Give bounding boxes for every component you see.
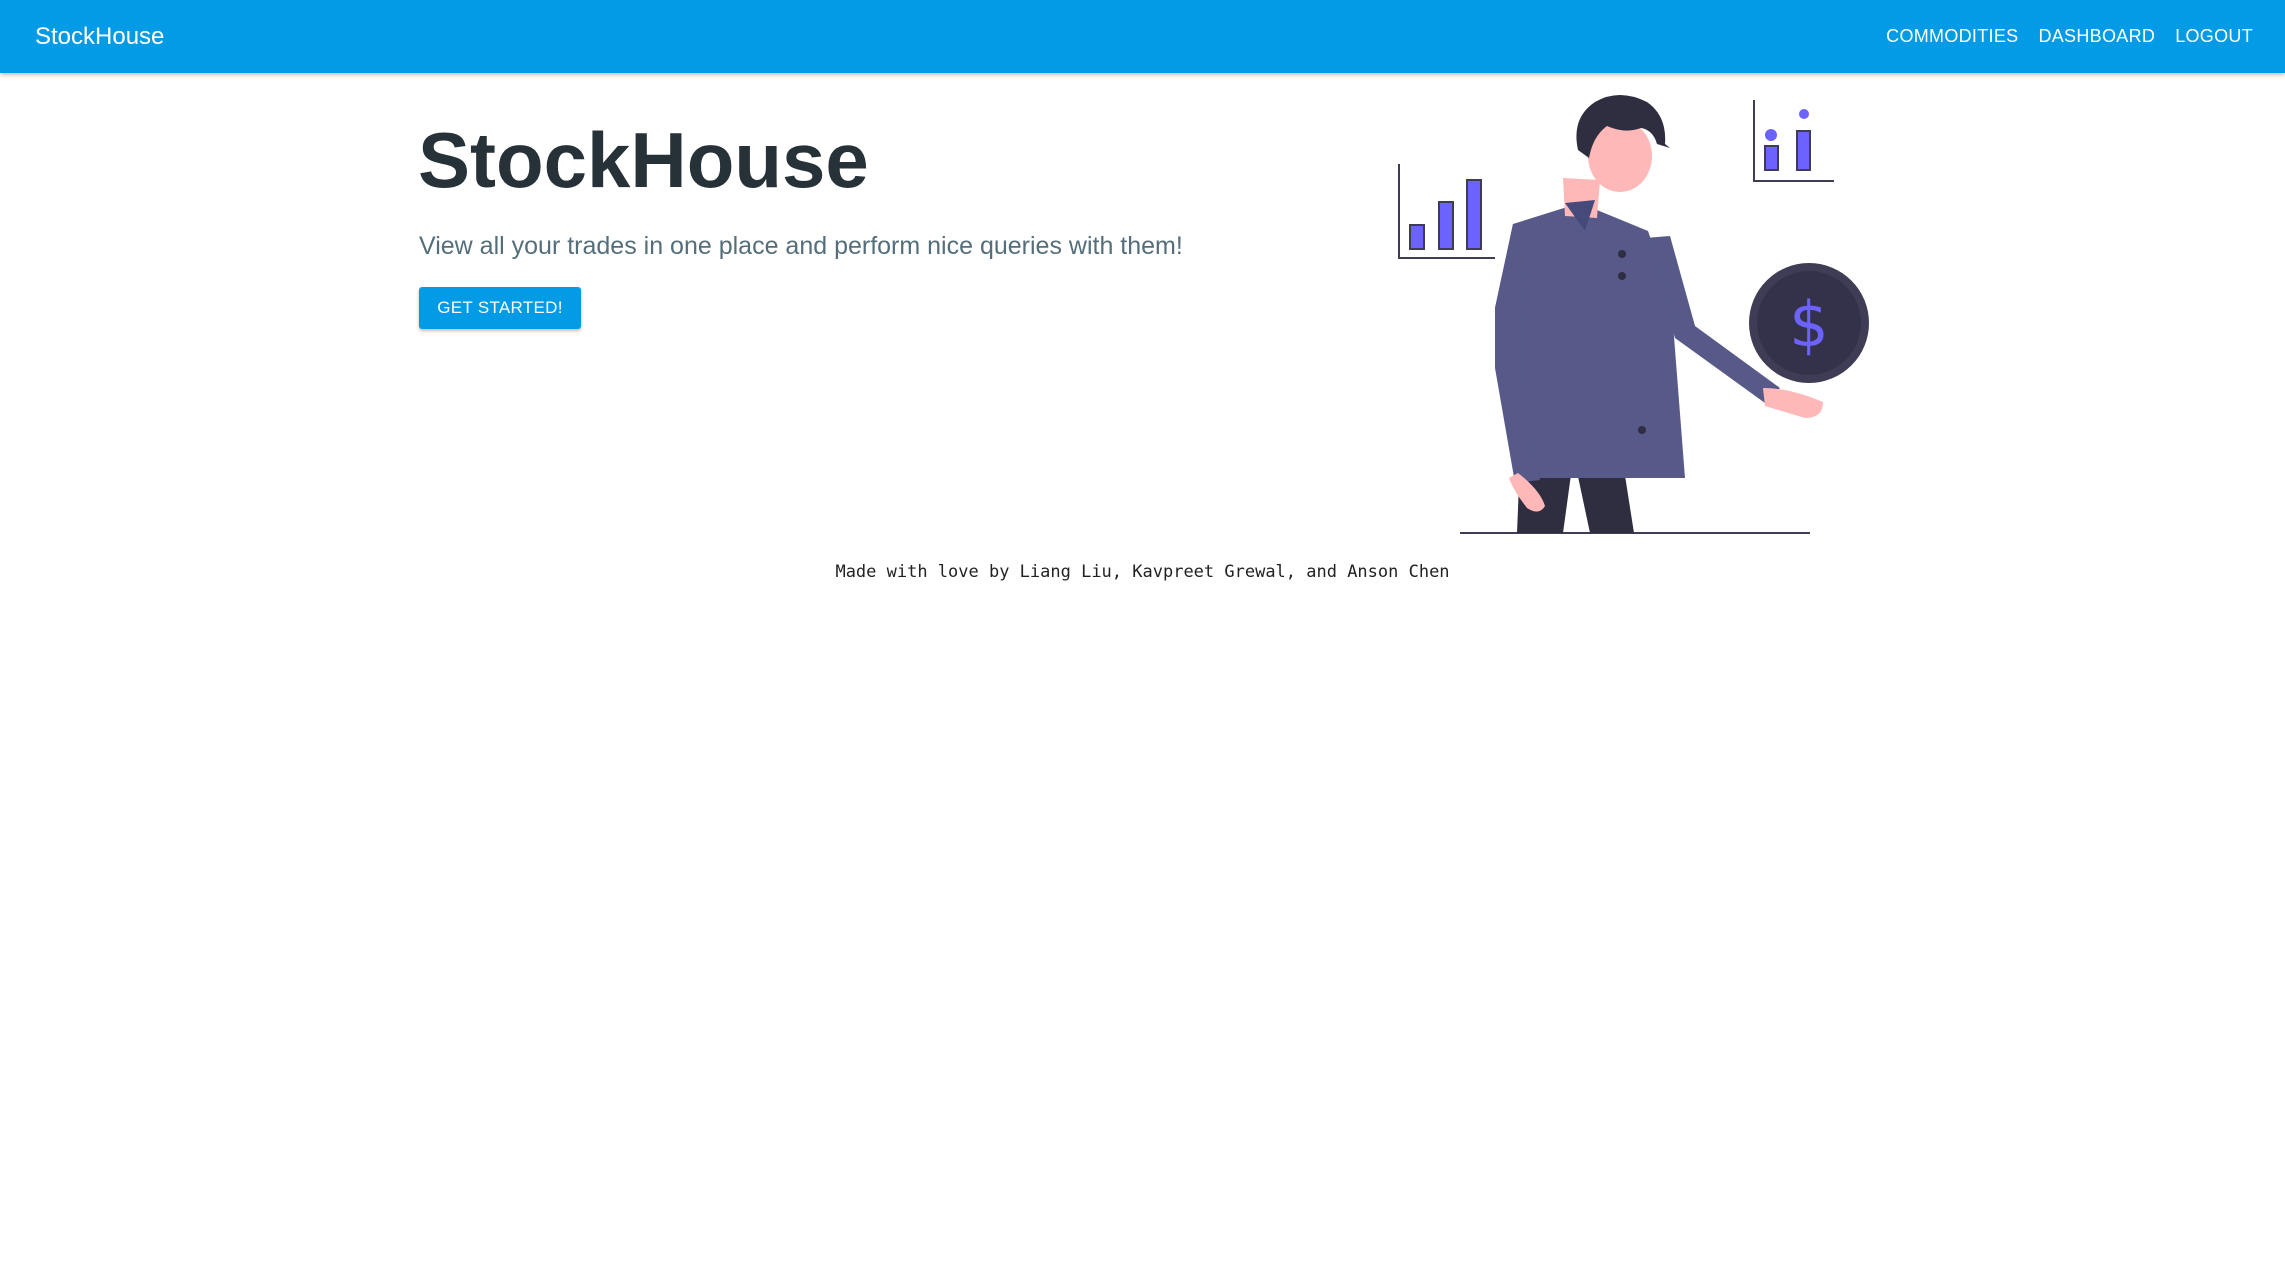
hero-title: StockHouse — [418, 116, 869, 204]
nav-logout-link[interactable]: LOGOUT — [2175, 26, 2253, 47]
footer-credits: Made with love by Liang Liu, Kavpreet Gr… — [835, 562, 1450, 582]
nav-menu: COMMODITIES DASHBOARD LOGOUT — [1886, 26, 2253, 47]
nav-commodities-link[interactable]: COMMODITIES — [1886, 26, 2018, 47]
brand-logo-link[interactable]: StockHouse — [35, 23, 164, 51]
investor-illustration: $ — [1398, 95, 1869, 534]
app-bar: StockHouse COMMODITIES DASHBOARD LOGOUT — [0, 0, 2285, 73]
bar-chart-icon-right — [1753, 100, 1834, 182]
bar-chart-icon-left — [1398, 164, 1495, 259]
nav-dashboard-link[interactable]: DASHBOARD — [2038, 26, 2155, 47]
dollar-coin-icon: $ — [1749, 263, 1869, 383]
hero-subtitle: View all your trades in one place and pe… — [419, 232, 1183, 260]
get-started-button[interactable]: GET STARTED! — [419, 287, 581, 329]
coin-dollar-symbol: $ — [1789, 288, 1828, 361]
